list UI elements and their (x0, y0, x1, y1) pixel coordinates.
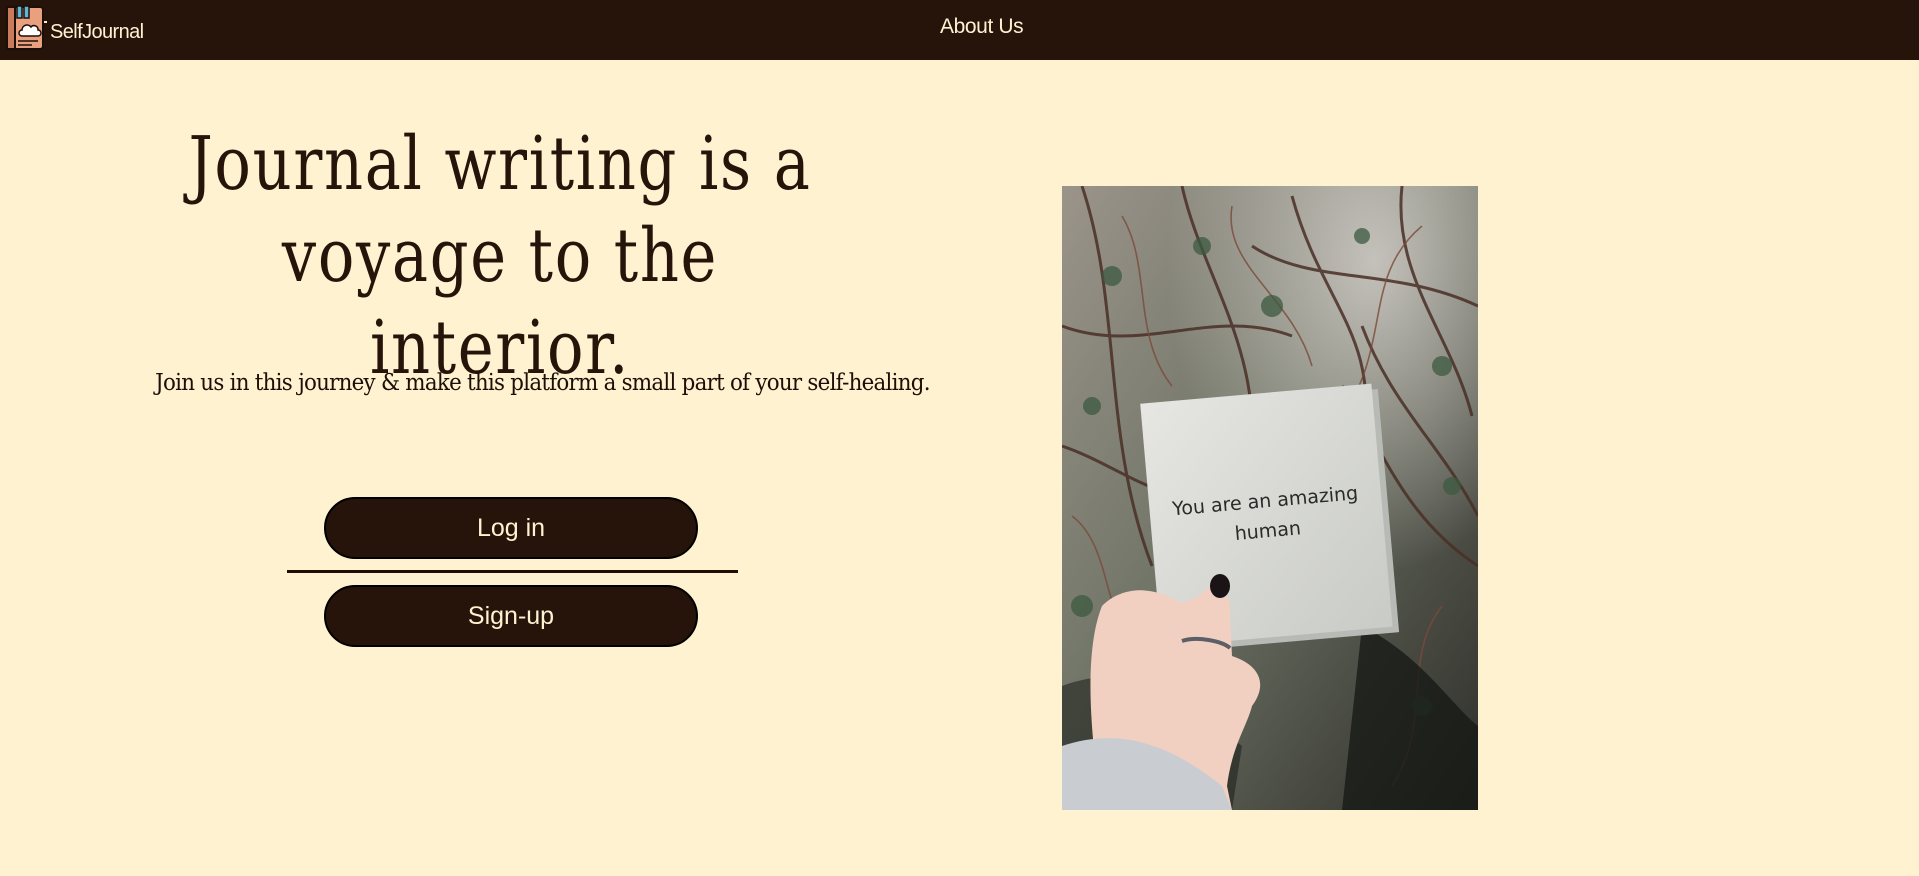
signup-button[interactable]: Sign-up (324, 585, 698, 647)
hero-title: Journal writing is a voyage to the inter… (172, 118, 828, 394)
divider (287, 570, 738, 573)
hero-image: You are an amazing human (1062, 186, 1478, 810)
brand-link[interactable]: SelfJournal (4, 4, 144, 52)
about-us-link[interactable]: About Us (940, 15, 1024, 39)
navbar: SelfJournal About Us (0, 0, 1919, 60)
brand-name: SelfJournal (50, 20, 144, 43)
journal-cloud-icon (6, 5, 47, 50)
hero-title-line-1: Journal writing is a (188, 121, 812, 207)
hero-title-line-2: voyage to the interior. (281, 213, 719, 391)
login-button[interactable]: Log in (324, 497, 698, 559)
hero-subtitle: Join us in this journey & make this plat… (155, 370, 930, 396)
hero-image-art: You are an amazing human (1062, 186, 1478, 810)
